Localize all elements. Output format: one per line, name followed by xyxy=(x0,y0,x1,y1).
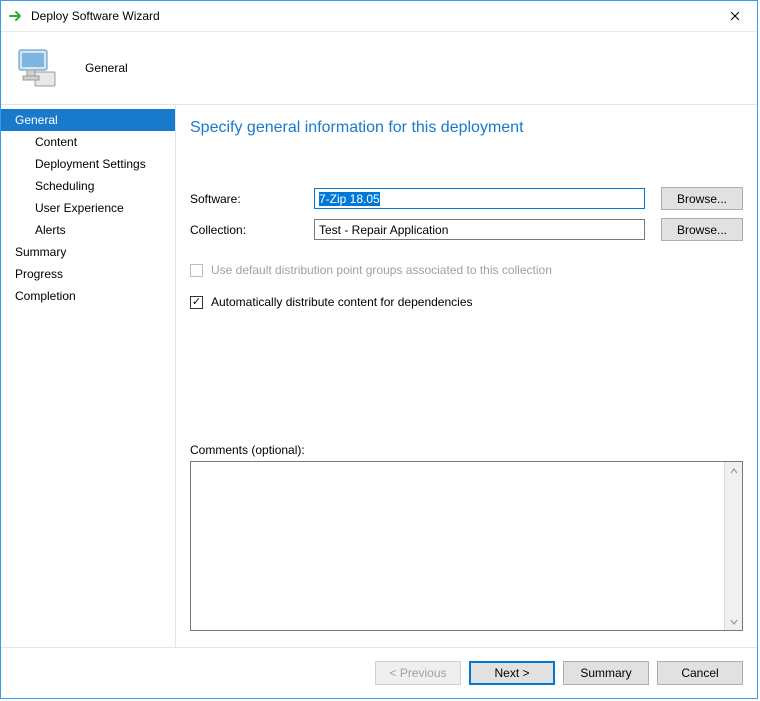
software-browse-button[interactable]: Browse... xyxy=(661,187,743,210)
wizard-main: Specify general information for this dep… xyxy=(176,105,757,647)
auto-distribute-checkbox[interactable]: ✓ xyxy=(190,296,203,309)
collection-input[interactable]: Test - Repair Application xyxy=(314,219,645,240)
wizard-body: GeneralContentDeployment SettingsSchedul… xyxy=(1,105,757,647)
software-row: Software: 7-Zip 18.05 Browse... xyxy=(190,187,743,210)
scroll-down-icon[interactable] xyxy=(725,613,742,630)
page-title: General xyxy=(85,61,128,75)
wizard-nav: GeneralContentDeployment SettingsSchedul… xyxy=(1,105,176,647)
nav-item-summary[interactable]: Summary xyxy=(1,241,175,263)
comments-container xyxy=(190,461,743,631)
nav-item-content[interactable]: Content xyxy=(1,131,175,153)
software-label: Software: xyxy=(190,192,314,206)
nav-item-scheduling[interactable]: Scheduling xyxy=(1,175,175,197)
nav-item-progress[interactable]: Progress xyxy=(1,263,175,285)
auto-distribute-label: Automatically distribute content for dep… xyxy=(211,295,473,309)
nav-item-general[interactable]: General xyxy=(1,109,175,131)
comments-textarea[interactable] xyxy=(191,462,724,630)
window-title: Deploy Software Wizard xyxy=(31,9,713,23)
default-dp-groups-checkbox xyxy=(190,264,203,277)
titlebar: Deploy Software Wizard xyxy=(1,1,757,32)
wizard-footer: < Previous Next > Summary Cancel xyxy=(1,647,757,698)
previous-button: < Previous xyxy=(375,661,461,685)
nav-item-alerts[interactable]: Alerts xyxy=(1,219,175,241)
collection-browse-button[interactable]: Browse... xyxy=(661,218,743,241)
collection-label: Collection: xyxy=(190,223,314,237)
wizard-window: Deploy Software Wizard General GeneralCo… xyxy=(0,0,758,699)
nav-item-completion[interactable]: Completion xyxy=(1,285,175,307)
comments-label: Comments (optional): xyxy=(190,443,743,457)
scroll-up-icon[interactable] xyxy=(725,462,742,479)
next-button[interactable]: Next > xyxy=(469,661,555,685)
close-button[interactable] xyxy=(713,1,757,31)
deploy-arrow-icon xyxy=(9,8,25,24)
auto-distribute-checkbox-row[interactable]: ✓ Automatically distribute content for d… xyxy=(190,291,743,313)
main-heading: Specify general information for this dep… xyxy=(190,119,743,137)
default-dp-groups-label: Use default distribution point groups as… xyxy=(211,263,552,277)
summary-button[interactable]: Summary xyxy=(563,661,649,685)
wizard-header: General xyxy=(1,32,757,105)
nav-item-deployment-settings[interactable]: Deployment Settings xyxy=(1,153,175,175)
computer-icon xyxy=(13,44,77,92)
default-dp-groups-checkbox-row: Use default distribution point groups as… xyxy=(190,259,743,281)
cancel-button[interactable]: Cancel xyxy=(657,661,743,685)
collection-row: Collection: Test - Repair Application Br… xyxy=(190,218,743,241)
software-input[interactable]: 7-Zip 18.05 xyxy=(314,188,645,209)
comments-scrollbar[interactable] xyxy=(724,462,742,630)
nav-item-user-experience[interactable]: User Experience xyxy=(1,197,175,219)
